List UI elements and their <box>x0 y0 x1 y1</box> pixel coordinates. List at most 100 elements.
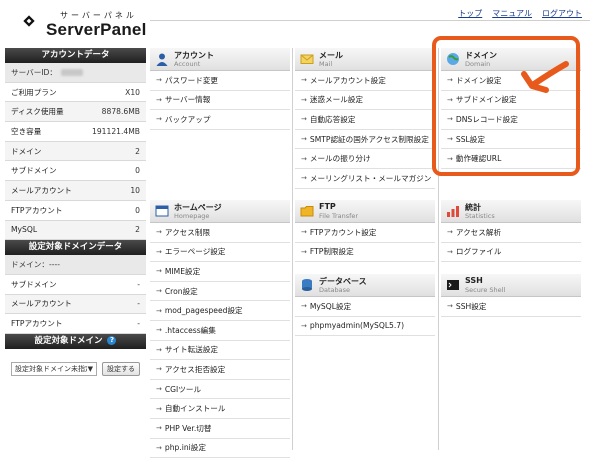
menu-item-label: FTP制限設定 <box>309 247 354 257</box>
domain-data-rows: サブドメイン - メールアカウント - FTPアカウント - <box>5 275 146 334</box>
folder-icon <box>300 204 314 218</box>
account-data-rows: ご利用プラン X10 ディスク使用量 8878.6MB 空き容量 191121.4MB ドメ… <box>5 83 146 241</box>
menu-item-label: php.ini設定 <box>164 443 206 453</box>
server-id-redacted <box>60 68 83 76</box>
envelope-icon <box>300 52 314 66</box>
panel-ssh: SSH Secure Shell → SSH設定 <box>441 274 581 317</box>
browser-window-icon <box>155 204 169 218</box>
menu-item-stats[interactable]: → ログファイル <box>441 243 581 263</box>
arrow-right-icon: → <box>156 115 162 124</box>
domain-stat-label: サブドメイン <box>11 279 57 289</box>
menu-item-homepage[interactable]: → MIME設定 <box>150 262 290 282</box>
server-id-row: サーバーID： <box>5 63 146 83</box>
arrow-right-icon: → <box>156 228 162 237</box>
panel-mail-header: メール Mail <box>295 48 435 71</box>
logo[interactable]: サーバーパネル ServerPanel <box>14 6 164 42</box>
panel-stats-header: 統計 Statistics <box>441 200 581 223</box>
menu-item-homepage[interactable]: → mod_pagespeed設定 <box>150 301 290 321</box>
logo-name: ServerPanel <box>46 20 147 39</box>
top-links: トップ マニュアル ログアウト <box>458 8 582 19</box>
menu-item-homepage[interactable]: → エラーページ設定 <box>150 243 290 263</box>
domain-stat-value: - <box>137 279 140 289</box>
account-stat-label: サブドメイン <box>11 166 57 176</box>
menu-item-database[interactable]: → MySQL設定 <box>295 297 435 317</box>
help-icon[interactable]: ? <box>107 335 117 345</box>
arrow-right-icon: → <box>156 287 162 296</box>
domain-stat-value: - <box>137 299 140 309</box>
target-domain-form: 設定対象ドメイン未指定 ▼ 設定する <box>5 348 146 389</box>
arrow-right-icon: → <box>156 76 162 85</box>
account-stat-label: ディスク使用量 <box>11 107 64 117</box>
account-stat-label: ご利用プラン <box>11 87 57 97</box>
menu-item-ftp[interactable]: → FTPアカウント設定 <box>295 223 435 243</box>
panel-homepage-header: ホームページ Homepage <box>150 200 290 223</box>
link-logout[interactable]: ログアウト <box>542 8 582 19</box>
menu-item-account[interactable]: → パスワード変更 <box>150 71 290 91</box>
panel-mail: メール Mail → メールアカウント設定 → 迷惑メール設定 → 自動応答設定 → SMTP認証… <box>295 48 435 189</box>
target-domain-select[interactable]: 設定対象ドメイン未指定 ▼ <box>11 361 97 376</box>
menu-item-homepage[interactable]: → Cron設定 <box>150 282 290 302</box>
menu-item-mail[interactable]: → SMTP認証の国外アクセス制限設定 <box>295 130 435 150</box>
menu-item-label: 自動応答設定 <box>309 114 356 124</box>
set-domain-button[interactable]: 設定する <box>102 361 140 376</box>
domain-stat-label: FTPアカウント <box>11 319 63 329</box>
menu-item-label: サーバー情報 <box>164 95 211 105</box>
arrow-right-icon: → <box>447 247 453 256</box>
menu-item-mail[interactable]: → 自動応答設定 <box>295 110 435 130</box>
link-manual[interactable]: マニュアル <box>492 8 532 19</box>
menu-item-account[interactable]: → バックアップ <box>150 110 290 130</box>
menu-item-label: mod_pagespeed設定 <box>164 306 243 316</box>
account-stat-row: ドメイン 2 <box>5 141 146 162</box>
arrow-right-icon: → <box>156 385 162 394</box>
account-stat-label: 空き容量 <box>11 126 42 136</box>
menu-item-label: MIME設定 <box>164 266 201 276</box>
menu-item-stats[interactable]: → アクセス解析 <box>441 223 581 243</box>
panel-account-header: アカウント Account <box>150 48 290 71</box>
panel-subtitle: Mail <box>319 60 333 68</box>
menu-item-mail[interactable]: → メールアカウント設定 <box>295 71 435 91</box>
menu-item-mail[interactable]: → メールの振り分け <box>295 149 435 169</box>
domain-stat-label: メールアカウント <box>11 299 72 309</box>
menu-item-mail[interactable]: → 迷惑メール設定 <box>295 91 435 111</box>
arrow-right-icon: → <box>301 302 307 311</box>
account-stat-row: ご利用プラン X10 <box>5 83 146 103</box>
domain-stat-row: サブドメイン - <box>5 275 146 295</box>
arrow-right-icon: → <box>156 443 162 452</box>
arrow-right-icon: → <box>156 247 162 256</box>
menu-item-account[interactable]: → サーバー情報 <box>150 91 290 111</box>
menu-item-label: メーリングリスト・メールマガジン <box>309 173 432 183</box>
menu-item-homepage[interactable]: → サイト転送設定 <box>150 341 290 361</box>
terminal-icon <box>446 278 460 292</box>
arrow-annotation-icon <box>521 61 569 93</box>
panel-database: データベース Database → MySQL設定 → phpmyadmin(MySQL5… <box>295 274 435 337</box>
account-stat-row: ディスク使用量 8878.6MB <box>5 102 146 123</box>
menu-item-ftp[interactable]: → FTP制限設定 <box>295 243 435 263</box>
account-stat-value: 2 <box>135 146 140 156</box>
domain-stat-row: メールアカウント - <box>5 294 146 315</box>
arrow-right-icon: → <box>301 135 307 144</box>
domain-stat-value: - <box>137 319 140 329</box>
domain-label: ドメイン：---- <box>11 260 60 270</box>
arrow-right-icon: → <box>156 424 162 433</box>
panel-account: アカウント Account → パスワード変更 → サーバー情報 → バックアップ <box>150 48 290 130</box>
menu-item-homepage[interactable]: → 自動インストール <box>150 399 290 419</box>
menu-item-label: メールの振り分け <box>309 154 371 164</box>
menu-item-mail[interactable]: → メーリングリスト・メールマガジン <box>295 169 435 189</box>
account-stat-label: メールアカウント <box>11 185 72 195</box>
menu-item-homepage[interactable]: → アクセス制限 <box>150 223 290 243</box>
menu-item-homepage[interactable]: → CGIツール <box>150 380 290 400</box>
menu-item-database[interactable]: → phpmyadmin(MySQL5.7) <box>295 317 435 337</box>
menu-item-label: パスワード変更 <box>164 75 219 85</box>
menu-item-label: MySQL設定 <box>309 301 352 311</box>
user-icon <box>155 52 169 66</box>
link-top[interactable]: トップ <box>458 8 482 19</box>
menu-item-homepage[interactable]: → PHP Ver.切替 <box>150 419 290 439</box>
menu-item-homepage[interactable]: → アクセス拒否設定 <box>150 360 290 380</box>
menu-item-homepage[interactable]: → .htaccess編集 <box>150 321 290 341</box>
menu-item-label: SSH設定 <box>455 301 487 311</box>
menu-item-homepage[interactable]: → php.ini設定 <box>150 439 290 458</box>
arrow-right-icon: → <box>301 321 307 330</box>
menu-item-ssh[interactable]: → SSH設定 <box>441 297 581 317</box>
panel-title: FTP <box>319 202 336 211</box>
arrow-right-icon: → <box>301 76 307 85</box>
